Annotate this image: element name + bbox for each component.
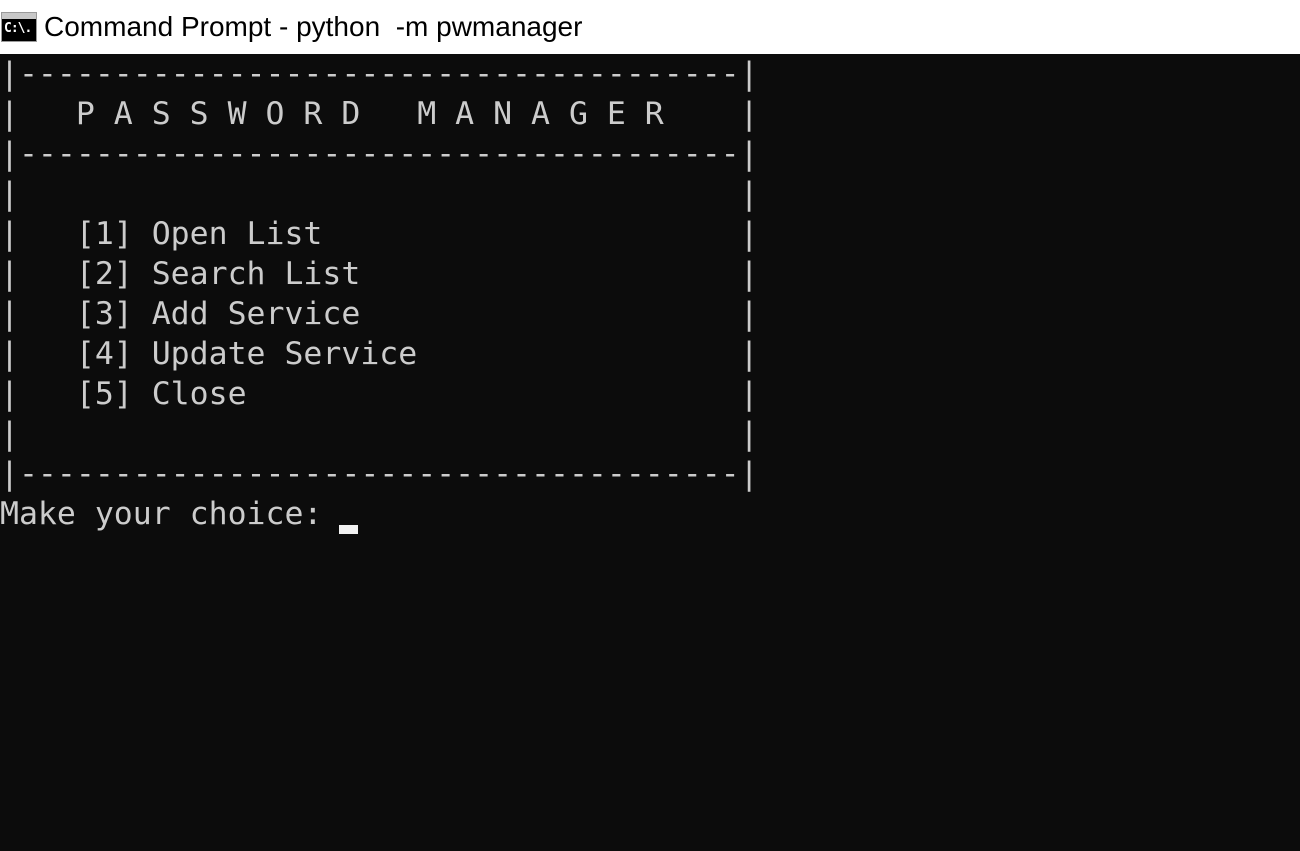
choice-prompt[interactable]: Make your choice: — [0, 494, 341, 534]
menu-blank-line: | | — [0, 176, 759, 212]
menu-option-open-list: | [1] Open List | — [0, 216, 759, 252]
menu-option-update-service: | [4] Update Service | — [0, 336, 759, 372]
text-cursor — [339, 525, 358, 534]
cmd-icon-glyph: C:\. — [4, 21, 32, 36]
menu-title: | P A S S W O R D M A N A G E R | — [0, 96, 759, 132]
menu-border-title: |--------------------------------------| — [0, 136, 759, 172]
menu-border-bottom: |--------------------------------------| — [0, 456, 759, 492]
menu-border-top: |--------------------------------------| — [0, 56, 759, 92]
menu-option-search-list: | [2] Search List | — [0, 256, 759, 292]
menu-blank-line: | | — [0, 416, 759, 452]
menu-option-close: | [5] Close | — [0, 376, 759, 412]
console-output[interactable]: |--------------------------------------|… — [0, 54, 1300, 851]
window-title: Command Prompt - python -m pwmanager — [44, 11, 583, 42]
cmd-prompt-icon[interactable]: C:\. — [1, 12, 37, 42]
menu-option-add-service: | [3] Add Service | — [0, 296, 759, 332]
title-bar[interactable]: C:\. Command Prompt - python -m pwmanage… — [0, 0, 1300, 54]
